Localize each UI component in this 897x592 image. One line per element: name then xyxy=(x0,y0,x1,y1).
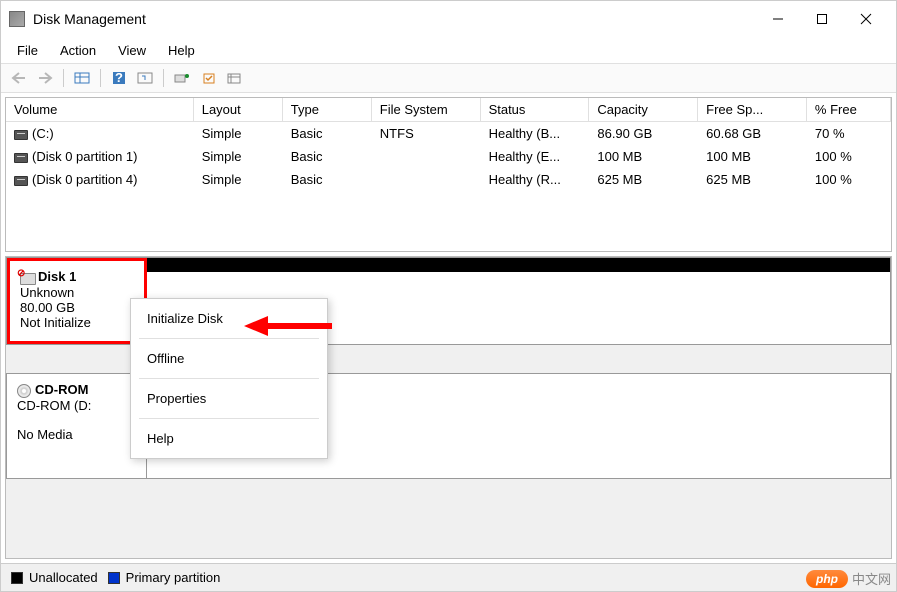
disk-management-window: Disk Management File Action View Help ? xyxy=(0,0,897,592)
cell-layout: Simple xyxy=(194,147,283,166)
cell-layout: Simple xyxy=(194,170,283,189)
cdrom-name: CD-ROM xyxy=(35,382,88,397)
menu-file[interactable]: File xyxy=(7,39,48,62)
cell-type: Basic xyxy=(283,170,372,189)
table-row[interactable]: (C:) Simple Basic NTFS Healthy (B... 86.… xyxy=(6,122,891,145)
cell-free: 70 % xyxy=(807,124,891,143)
help-button[interactable]: ? xyxy=(107,67,131,89)
legend-primary: Primary partition xyxy=(126,570,221,585)
cell-volume: (Disk 0 partition 1) xyxy=(32,149,137,164)
cell-type: Basic xyxy=(283,124,372,143)
close-button[interactable] xyxy=(844,4,888,34)
table-header: Volume Layout Type File System Status Ca… xyxy=(6,98,891,122)
cell-volume: (C:) xyxy=(32,126,54,141)
cell-capacity: 625 MB xyxy=(589,170,698,189)
volume-table: Volume Layout Type File System Status Ca… xyxy=(5,97,892,252)
cell-free: 100 % xyxy=(807,147,891,166)
header-type[interactable]: Type xyxy=(283,98,372,121)
menu-help[interactable]: Help xyxy=(158,39,205,62)
cell-freesp: 100 MB xyxy=(698,147,807,166)
back-button[interactable] xyxy=(7,67,31,89)
ctx-properties[interactable]: Properties xyxy=(131,383,327,414)
header-filesystem[interactable]: File System xyxy=(372,98,481,121)
header-capacity[interactable]: Capacity xyxy=(589,98,698,121)
header-layout[interactable]: Layout xyxy=(194,98,283,121)
cdrom-drive: CD-ROM (D: xyxy=(17,398,136,413)
window-title: Disk Management xyxy=(33,11,756,27)
cell-freesp: 60.68 GB xyxy=(698,124,807,143)
refresh-button[interactable] xyxy=(133,67,157,89)
volume-icon xyxy=(14,176,28,186)
cell-fs xyxy=(372,147,481,166)
disk1-type: Unknown xyxy=(20,285,134,300)
action-button-3[interactable] xyxy=(222,67,246,89)
menu-action[interactable]: Action xyxy=(50,39,106,62)
legend-bar: Unallocated Primary partition xyxy=(1,563,896,591)
cell-volume: (Disk 0 partition 4) xyxy=(32,172,137,187)
table-body: (C:) Simple Basic NTFS Healthy (B... 86.… xyxy=(6,122,891,191)
cdrom-status: No Media xyxy=(17,427,136,442)
volume-icon xyxy=(14,130,28,140)
table-row[interactable]: (Disk 0 partition 1) Simple Basic Health… xyxy=(6,145,891,168)
minimize-button[interactable] xyxy=(756,4,800,34)
watermark-text: 中文网 xyxy=(852,569,891,588)
legend-swatch-primary xyxy=(108,572,120,584)
cell-fs xyxy=(372,170,481,189)
maximize-button[interactable] xyxy=(800,4,844,34)
header-status[interactable]: Status xyxy=(481,98,590,121)
app-icon xyxy=(9,11,25,27)
disk1-size: 80.00 GB xyxy=(20,300,134,315)
header-freespace[interactable]: Free Sp... xyxy=(698,98,807,121)
ctx-help[interactable]: Help xyxy=(131,423,327,454)
disk-error-icon xyxy=(20,271,34,285)
cell-fs: NTFS xyxy=(372,124,481,143)
table-row[interactable]: (Disk 0 partition 4) Simple Basic Health… xyxy=(6,168,891,191)
titlebar: Disk Management xyxy=(1,1,896,37)
cell-capacity: 100 MB xyxy=(589,147,698,166)
legend-swatch-unallocated xyxy=(11,572,23,584)
action-button-1[interactable] xyxy=(170,67,194,89)
cell-status: Healthy (B... xyxy=(481,124,590,143)
cell-status: Healthy (E... xyxy=(481,147,590,166)
annotation-arrow-icon xyxy=(244,314,334,338)
disk1-label-box[interactable]: Disk 1 Unknown 80.00 GB Not Initialize xyxy=(7,258,147,344)
unallocated-bar xyxy=(147,258,890,272)
menu-view[interactable]: View xyxy=(108,39,156,62)
header-volume[interactable]: Volume xyxy=(6,98,194,121)
cell-status: Healthy (R... xyxy=(481,170,590,189)
cell-layout: Simple xyxy=(194,124,283,143)
volume-icon xyxy=(14,153,28,163)
disk1-status: Not Initialize xyxy=(20,315,134,330)
legend-unallocated: Unallocated xyxy=(29,570,98,585)
watermark: php 中文网 xyxy=(806,569,891,588)
view-list-button[interactable] xyxy=(70,67,94,89)
cell-freesp: 625 MB xyxy=(698,170,807,189)
disk1-name: Disk 1 xyxy=(38,269,76,284)
toolbar: ? xyxy=(1,63,896,93)
cell-free: 100 % xyxy=(807,170,891,189)
menubar: File Action View Help xyxy=(1,37,896,63)
cdrom-icon xyxy=(17,384,31,398)
ctx-offline[interactable]: Offline xyxy=(131,343,327,374)
watermark-badge: php xyxy=(806,570,848,588)
svg-text:?: ? xyxy=(115,70,123,85)
cdrom-label-box[interactable]: CD-ROM CD-ROM (D: No Media xyxy=(7,374,147,478)
forward-button[interactable] xyxy=(33,67,57,89)
header-percentfree[interactable]: % Free xyxy=(807,98,891,121)
cell-capacity: 86.90 GB xyxy=(589,124,698,143)
cell-type: Basic xyxy=(283,147,372,166)
action-button-2[interactable] xyxy=(196,67,220,89)
